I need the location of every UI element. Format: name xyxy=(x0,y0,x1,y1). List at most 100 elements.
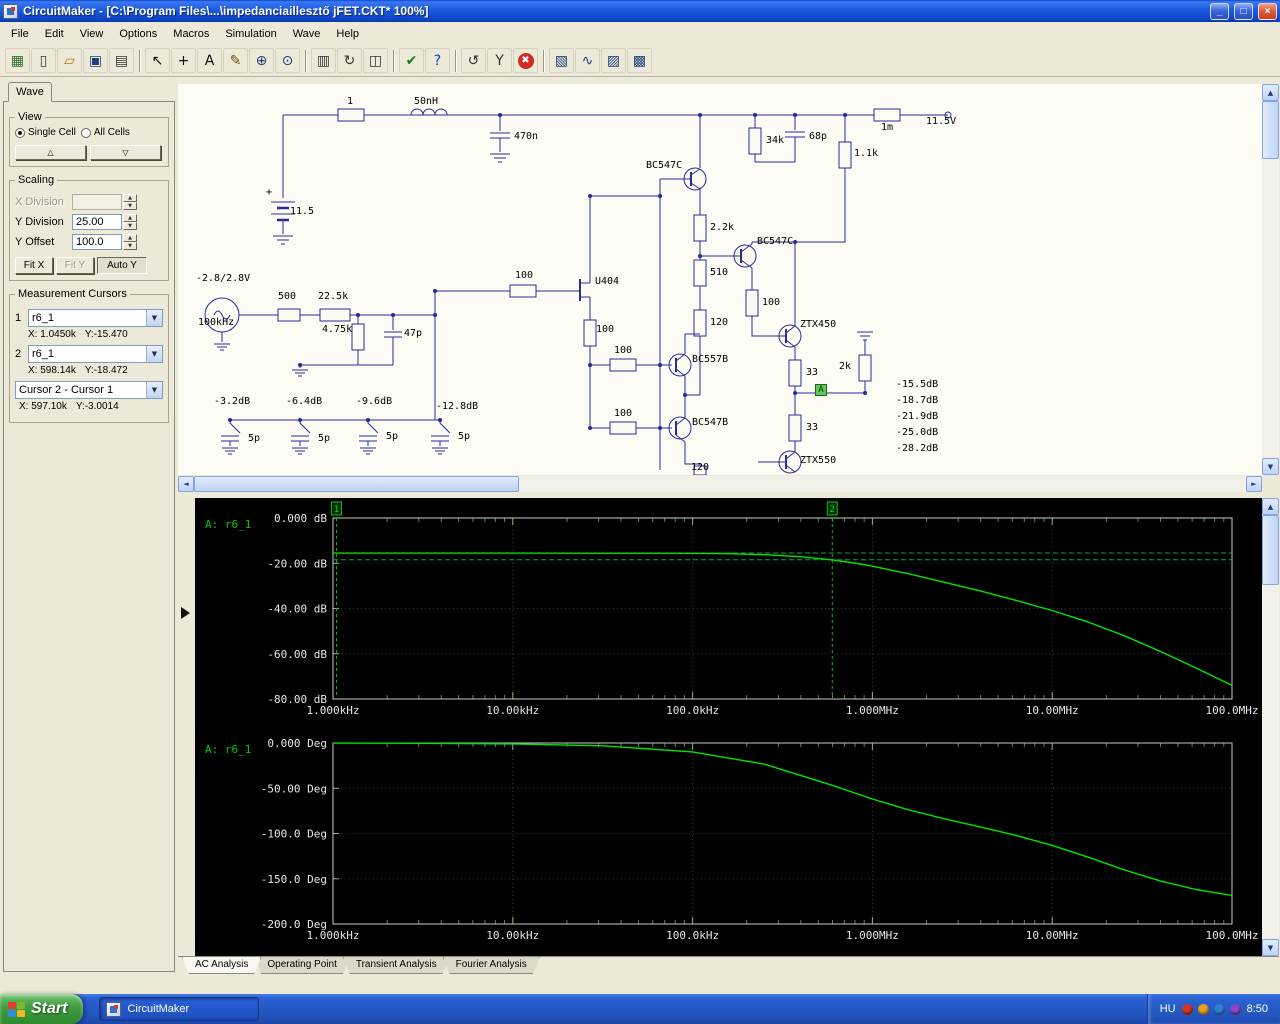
start-button[interactable]: Start xyxy=(0,994,84,1024)
oscilloscope-button[interactable]: ∿ xyxy=(575,48,600,73)
cursor1-y-value: Y:-15.470 xyxy=(84,329,128,340)
scroll-up-icon[interactable]: ▲ xyxy=(1262,84,1279,101)
node-marker-a[interactable]: A xyxy=(815,384,827,396)
auto-y-button[interactable]: Auto Y xyxy=(97,257,147,274)
reset-simulation-button[interactable]: ↺ xyxy=(461,48,486,73)
tray-icon-2[interactable] xyxy=(1197,1003,1209,1015)
menu-macros[interactable]: Macros xyxy=(165,24,217,44)
menu-bar: File Edit View Options Macros Simulation Wave H… xyxy=(0,22,1280,45)
schematic-hscrollbar[interactable]: ◄ ► xyxy=(178,476,1262,492)
tray-icon-3[interactable] xyxy=(1213,1003,1225,1015)
scroll-left-icon[interactable]: ◄ xyxy=(178,476,194,492)
dropdown-arrow-icon[interactable]: ▼ xyxy=(146,346,162,362)
scroll-thumb[interactable] xyxy=(1262,101,1279,159)
tab-wave[interactable]: Wave xyxy=(8,82,52,102)
spinner-down-icon[interactable]: ▼ xyxy=(123,222,137,230)
y-offset-input[interactable]: 100.0 xyxy=(72,234,122,250)
scroll-right-icon[interactable]: ► xyxy=(1246,476,1262,492)
signal-generator-button[interactable]: ▩ xyxy=(627,48,652,73)
tray-icon-4[interactable] xyxy=(1229,1003,1241,1015)
edit-tool-button[interactable]: ✎ xyxy=(223,48,248,73)
signal-generator-icon: ▩ xyxy=(632,52,647,69)
component-label: -21.9dB xyxy=(896,411,939,422)
help-button[interactable]: ? xyxy=(425,48,450,73)
schematic-vscrollbar[interactable]: ▲ ▼ xyxy=(1262,84,1279,475)
text-tool-button[interactable]: A xyxy=(197,48,222,73)
dropdown-arrow-icon[interactable]: ▼ xyxy=(146,382,162,398)
menu-options[interactable]: Options xyxy=(111,24,165,44)
y-division-spinner[interactable]: ▲ ▼ xyxy=(123,214,137,230)
cursor2-signal-select[interactable]: r6_1 ▼ xyxy=(28,345,163,363)
open-file-button[interactable]: ▱ xyxy=(57,48,82,73)
component-label: 2k xyxy=(839,361,852,372)
dropdown-arrow-icon[interactable]: ▼ xyxy=(146,310,162,326)
menu-file[interactable]: File xyxy=(3,24,37,44)
mirror-tool-button[interactable]: ◫ xyxy=(363,48,388,73)
waveform-charts[interactable]: 0.000 dB -20.00 dB -40.00 dB -60.00 dB -80.0… xyxy=(195,498,1262,956)
analyses-window-button[interactable]: ▧ xyxy=(549,48,574,73)
maximize-button[interactable]: □ xyxy=(1234,2,1253,20)
scroll-up-icon[interactable]: ▲ xyxy=(1262,498,1279,515)
wave-down-button[interactable]: ▽ xyxy=(90,145,161,160)
component-label: BC557B xyxy=(692,354,729,365)
digital-analog-switch-button[interactable]: ✔ xyxy=(399,48,424,73)
component-label: 11.5 xyxy=(290,206,315,217)
tab-ac-analysis[interactable]: AC Analysis xyxy=(182,957,261,974)
fit-x-button[interactable]: Fit X xyxy=(15,257,53,274)
y-offset-label: Y Offset xyxy=(15,236,55,248)
menu-view[interactable]: View xyxy=(72,24,112,44)
y-division-input[interactable]: 25.00 xyxy=(72,214,122,230)
menu-wave[interactable]: Wave xyxy=(285,24,329,44)
y-division-label: Y Division xyxy=(15,216,64,228)
scroll-thumb[interactable] xyxy=(1262,515,1279,585)
x-division-label: X Division xyxy=(15,196,64,208)
spinner-down-icon[interactable]: ▼ xyxy=(123,242,137,250)
minimize-button[interactable]: _ xyxy=(1210,2,1229,20)
splitter-arrow[interactable] xyxy=(181,607,190,619)
component-label: 50nH xyxy=(414,96,439,107)
print-button[interactable]: ▤ xyxy=(109,48,134,73)
task-label: CircuitMaker xyxy=(127,1003,190,1015)
radio-all-cells[interactable]: All Cells xyxy=(80,127,130,138)
y-offset-spinner[interactable]: ▲ ▼ xyxy=(123,234,137,250)
save-file-button[interactable]: ▣ xyxy=(83,48,108,73)
component-label: 100 xyxy=(614,408,633,419)
menu-edit[interactable]: Edit xyxy=(37,24,72,44)
component-label: 33 xyxy=(806,367,819,378)
probe-tool-button[interactable]: Y xyxy=(487,48,512,73)
radio-single-cell[interactable]: Single Cell xyxy=(15,127,76,138)
menu-simulation[interactable]: Simulation xyxy=(217,24,284,44)
parts-browser-button[interactable]: ▦ xyxy=(5,48,30,73)
component-label: -18.7dB xyxy=(896,395,939,406)
spinner-up-icon[interactable]: ▲ xyxy=(123,234,137,242)
wave-up-button[interactable]: △ xyxy=(15,145,86,160)
zoom-area-tool-button[interactable]: ⊕ xyxy=(249,48,274,73)
chart-vscrollbar[interactable]: ▲ ▼ xyxy=(1262,498,1279,956)
scroll-down-icon[interactable]: ▼ xyxy=(1262,939,1279,956)
scroll-thumb[interactable] xyxy=(194,476,519,492)
clock: 8:50 xyxy=(1246,1003,1268,1015)
x-tick-label: 1.000MHz xyxy=(846,704,899,717)
stop-simulation-button[interactable]: ✖ xyxy=(513,48,538,73)
digital-waveforms-button[interactable]: ▨ xyxy=(601,48,626,73)
tab-operating-point[interactable]: Operating Point xyxy=(254,957,350,974)
close-button[interactable]: × xyxy=(1258,2,1277,20)
wave-panel: Wave View Single Cell All Cells △ ▽ Scal… xyxy=(0,77,178,994)
cursor1-signal-select[interactable]: r6_1 ▼ xyxy=(28,309,163,327)
taskbar-task-circuitmaker[interactable]: CircuitMaker xyxy=(99,997,260,1021)
wire-tool-button[interactable]: + xyxy=(171,48,196,73)
find-part-button[interactable]: ▥ xyxy=(311,48,336,73)
zoom-tool-button[interactable]: ⊙ xyxy=(275,48,300,73)
menu-help[interactable]: Help xyxy=(328,24,367,44)
tray-icon-1[interactable] xyxy=(1181,1003,1193,1015)
rotate-tool-button[interactable]: ↻ xyxy=(337,48,362,73)
spinner-up-icon[interactable]: ▲ xyxy=(123,214,137,222)
scroll-down-icon[interactable]: ▼ xyxy=(1262,458,1279,475)
tab-fourier-analysis[interactable]: Fourier Analysis xyxy=(443,957,540,974)
cursor-diff-select[interactable]: Cursor 2 - Cursor 1 ▼ xyxy=(15,381,163,399)
new-file-button[interactable]: ▯ xyxy=(31,48,56,73)
tab-transient-analysis[interactable]: Transient Analysis xyxy=(343,957,450,974)
schematic-canvas[interactable]: 1 50nH 470n +11.5 BC547C 34k 68p 1.1k 1m 11.5V 2.2… xyxy=(178,84,1262,475)
arrow-tool-button[interactable]: ↖ xyxy=(145,48,170,73)
language-indicator[interactable]: HU xyxy=(1160,1003,1176,1015)
